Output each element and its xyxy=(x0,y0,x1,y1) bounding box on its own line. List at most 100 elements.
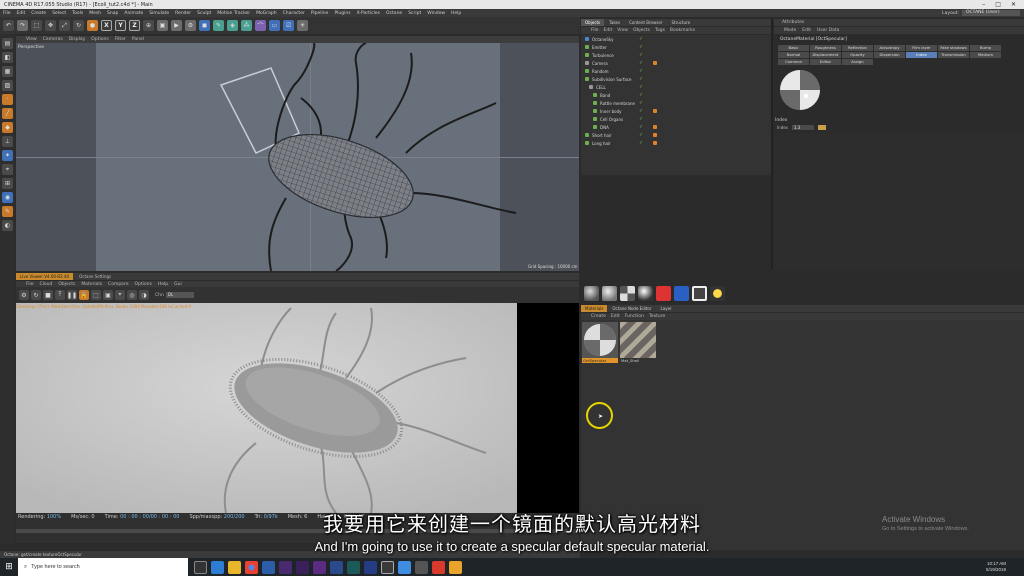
clay-mode-icon[interactable]: ◑ xyxy=(139,290,149,300)
attr-menu-mode[interactable]: Mode xyxy=(784,28,796,33)
minimize-button[interactable]: – xyxy=(982,1,985,8)
om-menu-edit[interactable]: Edit xyxy=(604,28,613,33)
undo-icon[interactable]: ↶ xyxy=(3,20,14,31)
cube-icon[interactable]: ◼ xyxy=(199,20,210,31)
deformer-icon[interactable]: ⌒ xyxy=(255,20,266,31)
menu-animate[interactable]: Animate xyxy=(124,11,143,16)
tab-materials[interactable]: Materials xyxy=(581,305,608,312)
object-item[interactable]: Emitter ✓ xyxy=(581,43,771,51)
octane-camera-icon[interactable] xyxy=(656,285,671,301)
object-item[interactable]: Subdivision Surface ✓ xyxy=(581,75,771,83)
hair-tag-icon[interactable] xyxy=(653,141,657,145)
solo-icon[interactable]: ◐ xyxy=(2,220,13,231)
model-mode-icon[interactable]: ◧ xyxy=(2,52,13,63)
mix-material-icon[interactable] xyxy=(638,285,653,301)
object-item[interactable]: CELL ✓ xyxy=(581,83,771,91)
axis-mode-icon[interactable]: ⊥ xyxy=(2,136,13,147)
index-slider[interactable] xyxy=(818,125,827,130)
om-menu-bookmarks[interactable]: Bookmarks xyxy=(670,28,695,33)
edge-browser-icon[interactable] xyxy=(211,560,224,574)
object-item[interactable]: Camera ✓ xyxy=(581,59,771,67)
edges-mode-icon[interactable]: ╱ xyxy=(2,108,13,119)
tab-octane-node-editor[interactable]: Octane Node Editor xyxy=(608,305,655,312)
channel-common[interactable]: Common xyxy=(778,59,809,65)
app-icon[interactable] xyxy=(347,560,360,574)
object-item[interactable]: Inner body ✓ xyxy=(581,107,771,115)
tab-structure[interactable]: Structure xyxy=(667,19,694,26)
after-effects-icon[interactable] xyxy=(279,560,292,574)
spline-pen-icon[interactable]: ✎ xyxy=(213,20,224,31)
sculpt-icon[interactable]: ◉ xyxy=(2,192,13,203)
object-item[interactable]: Long hair ✓ xyxy=(581,139,771,147)
index-value-input[interactable]: 1.3 xyxy=(792,125,815,130)
visibility-check-icon[interactable]: ✓ xyxy=(639,108,643,114)
focus-picker-icon[interactable]: ◎ xyxy=(127,290,137,300)
menu-plugins[interactable]: Plugins xyxy=(334,11,350,16)
lv-menu-file[interactable]: File xyxy=(26,282,34,287)
media-encoder-icon[interactable] xyxy=(313,560,326,574)
restart-render-icon[interactable]: ↻ xyxy=(31,290,41,300)
workplane-icon[interactable]: ▧ xyxy=(2,80,13,91)
material-tag-icon[interactable] xyxy=(653,125,657,129)
material-preview-sphere[interactable] xyxy=(780,70,820,110)
system-clock[interactable]: 10:17 AM 5/19/2019 xyxy=(986,561,1024,573)
lv-menu-cloud[interactable]: Cloud xyxy=(40,282,53,287)
tab-objects[interactable]: Objects xyxy=(581,19,605,26)
channel-normal[interactable]: Normal xyxy=(778,52,809,58)
om-menu-tags[interactable]: Tags xyxy=(655,28,665,33)
y-axis-icon[interactable]: Y xyxy=(115,20,126,31)
app-icon[interactable] xyxy=(449,560,462,574)
object-item[interactable]: Band ✓ xyxy=(581,91,771,99)
camera-icon[interactable]: ⎚ xyxy=(283,20,294,31)
channel-medium[interactable]: Medium xyxy=(970,52,1001,58)
menu-pipeline[interactable]: Pipeline xyxy=(311,11,329,16)
redo-icon[interactable]: ↷ xyxy=(17,20,28,31)
recent-tool-icon[interactable]: ● xyxy=(87,20,98,31)
perspective-viewport[interactable] xyxy=(16,43,579,271)
lv-menu-compare[interactable]: Compare xyxy=(108,282,128,287)
material-thumbnail[interactable] xyxy=(620,322,656,358)
visibility-check-icon[interactable]: ✓ xyxy=(639,68,643,74)
attr-menu-user-data[interactable]: User Data xyxy=(817,28,839,33)
menu-tools[interactable]: Tools xyxy=(72,11,83,16)
visibility-check-icon[interactable]: ✓ xyxy=(639,116,643,122)
menu-mograph[interactable]: MoGraph xyxy=(256,11,276,16)
lock-resolution-icon[interactable]: 🔒 xyxy=(79,290,89,300)
lv-menu-help[interactable]: Help xyxy=(158,282,168,287)
visibility-check-icon[interactable]: ✓ xyxy=(639,132,643,138)
lv-menu-materials[interactable]: Materials xyxy=(81,282,102,287)
visibility-check-icon[interactable]: ✓ xyxy=(639,84,643,90)
mat-menu-edit[interactable]: Edit xyxy=(611,314,620,319)
mat-menu-create[interactable]: Create xyxy=(591,314,606,319)
visibility-check-icon[interactable]: ✓ xyxy=(639,92,643,98)
tab-takes[interactable]: Takes xyxy=(605,19,624,26)
object-item[interactable]: OctaneSky ✓ xyxy=(581,35,771,43)
menu-octane[interactable]: Octane xyxy=(386,11,402,16)
lv-menu-options[interactable]: Options xyxy=(134,282,151,287)
cinema4d-icon[interactable] xyxy=(381,560,394,574)
diffuse-material-icon[interactable] xyxy=(584,285,599,301)
floor-icon[interactable]: ▭ xyxy=(269,20,280,31)
rotate-icon[interactable]: ↻ xyxy=(73,20,84,31)
lv-menu-gui[interactable]: Gui xyxy=(174,282,182,287)
visibility-check-icon[interactable]: ✓ xyxy=(639,76,643,82)
om-menu-file[interactable]: File xyxy=(591,28,599,33)
menu-snap[interactable]: Snap xyxy=(107,11,118,16)
viewport-menu-cameras[interactable]: Cameras xyxy=(43,37,63,42)
texture-mode-icon[interactable]: ▦ xyxy=(2,66,13,77)
tab-content-browser[interactable]: Content Browser xyxy=(625,19,666,26)
channel-roughness[interactable]: Roughness xyxy=(810,45,841,51)
menu-render[interactable]: Render xyxy=(175,11,191,16)
menu-file[interactable]: File xyxy=(3,11,11,16)
taskbar-search-box[interactable]: ⌕ Type here to search xyxy=(18,558,188,576)
menu-simulate[interactable]: Simulate xyxy=(149,11,169,16)
mat-menu-texture[interactable]: Texture xyxy=(649,314,665,319)
chrome-browser-icon[interactable] xyxy=(245,560,258,574)
z-axis-icon[interactable]: Z xyxy=(129,20,140,31)
pause-render-icon[interactable]: ❚❚ xyxy=(67,290,77,300)
menu-sculpt[interactable]: Sculpt xyxy=(197,11,211,16)
object-item[interactable]: Turbulence ✓ xyxy=(581,51,771,59)
region-render-icon[interactable]: ⬚ xyxy=(91,290,101,300)
viewport-menu-panel[interactable]: Panel xyxy=(132,37,144,42)
channel-transmission[interactable]: Transmission xyxy=(938,52,969,58)
